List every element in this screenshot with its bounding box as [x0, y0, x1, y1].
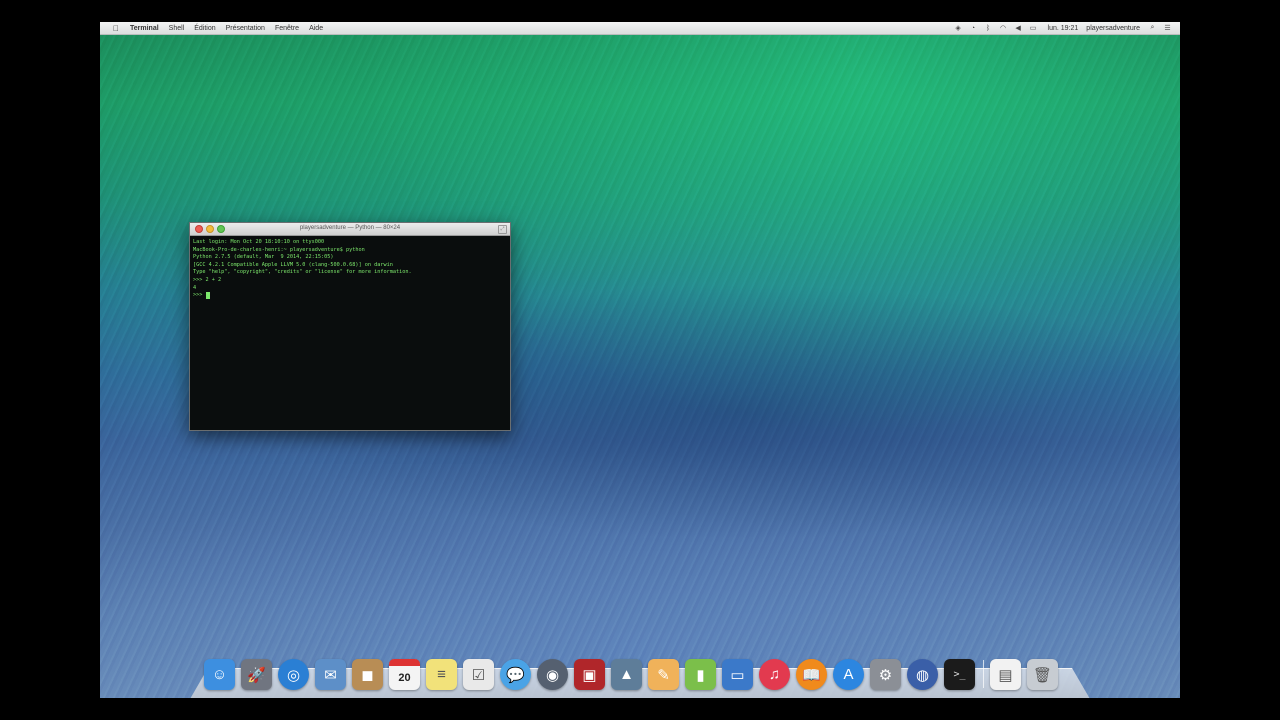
- desktop[interactable]:  Terminal Shell Édition Présentation Fe…: [100, 22, 1180, 698]
- ibooks-icon[interactable]: 📖: [796, 659, 827, 690]
- system-preferences-glyph: ⚙: [878, 666, 893, 684]
- trash-glyph: 🗑: [1032, 666, 1053, 684]
- keynote-icon[interactable]: ▭: [722, 659, 753, 690]
- terminal-window[interactable]: playersadventure — Python — 80×24 ⤢ Last…: [189, 222, 511, 431]
- terminal-prompt-line: >>>: [193, 292, 507, 300]
- menu-presentation[interactable]: Présentation: [226, 25, 265, 32]
- terminal-title: playersadventure — Python — 80×24: [299, 225, 401, 231]
- documents-icon[interactable]: ▤: [990, 659, 1021, 690]
- spotlight-icon[interactable]: ⌕: [1148, 24, 1157, 32]
- finder-icon[interactable]: ☺: [204, 659, 235, 690]
- terminal-cursor: [205, 292, 210, 300]
- numbers-icon[interactable]: ▮: [685, 659, 716, 690]
- menu-clock[interactable]: lun. 19:21: [1048, 25, 1079, 32]
- terminal-content[interactable]: Last login: Mon Oct 20 18:10:10 on ttys0…: [190, 236, 510, 303]
- dropbox-icon[interactable]: ◈: [954, 24, 963, 32]
- contacts-icon[interactable]: ◼: [352, 659, 383, 690]
- fullscreen-icon[interactable]: ⤢: [498, 225, 507, 234]
- launchpad-icon[interactable]: 🚀: [241, 659, 272, 690]
- finder-glyph: ☺: [211, 666, 228, 683]
- itunes-icon[interactable]: ♫: [759, 659, 790, 690]
- volume-icon[interactable]: ◀: [1014, 24, 1023, 32]
- terminal-line: Python 2.7.5 (default, Mar 9 2014, 22:15…: [193, 254, 334, 261]
- calendar-day: 20: [398, 671, 411, 684]
- pages-glyph: ✎: [657, 666, 670, 684]
- safari-icon[interactable]: ◎: [278, 659, 309, 690]
- iphoto-glyph: ▲: [619, 666, 634, 683]
- mail-icon[interactable]: ✉: [315, 659, 346, 690]
- bluetooth-icon[interactable]: ᛒ: [984, 24, 993, 32]
- documents-glyph: ▤: [998, 666, 1013, 684]
- itunes-glyph: ♫: [768, 666, 781, 683]
- reminders-icon[interactable]: ☑: [463, 659, 494, 690]
- terminal-line: 4: [193, 284, 197, 291]
- terminal-titlebar[interactable]: playersadventure — Python — 80×24 ⤢: [190, 223, 510, 236]
- sync-icon[interactable]: ◔: [969, 24, 978, 32]
- launchpad-glyph: 🚀: [247, 666, 266, 684]
- reminders-glyph: ☑: [471, 666, 486, 684]
- menu-aide[interactable]: Aide: [309, 25, 323, 32]
- dock-separator: [983, 660, 984, 688]
- pages-icon[interactable]: ✎: [648, 659, 679, 690]
- menu-fenetre[interactable]: Fenêtre: [275, 25, 299, 32]
- photo-booth-icon[interactable]: ▣: [574, 659, 605, 690]
- terminal-line: >>> 2 + 2: [193, 276, 222, 283]
- terminal-line: Last login: Mon Oct 20 18:10:10 on ttys0…: [193, 239, 325, 245]
- messages-glyph: 💬: [506, 666, 525, 684]
- keynote-glyph: ▭: [730, 666, 745, 684]
- terminal-line: MacBook-Pro-de-charles-henri:~ playersad…: [193, 246, 365, 253]
- battery-icon[interactable]: ▭: [1029, 24, 1038, 32]
- facetime-glyph: ◉: [545, 666, 560, 684]
- user-menu[interactable]: playersadventure: [1086, 25, 1140, 32]
- ibooks-glyph: 📖: [802, 666, 821, 684]
- numbers-glyph: ▮: [696, 666, 705, 684]
- mail-glyph: ✉: [324, 666, 337, 684]
- facetime-icon[interactable]: ◉: [537, 659, 568, 690]
- terminal-icon[interactable]: >_: [944, 659, 975, 690]
- app-store-glyph: A: [843, 666, 854, 683]
- menu-shell[interactable]: Shell: [169, 25, 185, 32]
- system-preferences-icon[interactable]: ⚙: [870, 659, 901, 690]
- photo-booth-glyph: ▣: [582, 666, 597, 684]
- apple-menu-icon[interactable]: : [111, 23, 121, 33]
- terminal-prompt: >>>: [193, 292, 206, 299]
- terminal-line: [GCC 4.2.1 Compatible Apple LLVM 5.0 (cl…: [193, 261, 393, 268]
- terminal-glyph: >_: [953, 669, 966, 680]
- calendar-header: [389, 659, 420, 666]
- messages-icon[interactable]: 💬: [500, 659, 531, 690]
- contacts-glyph: ◼: [361, 666, 374, 684]
- iphoto-icon[interactable]: ▲: [611, 659, 642, 690]
- app-store-icon[interactable]: A: [833, 659, 864, 690]
- menu-terminal[interactable]: Terminal: [130, 25, 159, 32]
- menu-edition[interactable]: Édition: [194, 25, 215, 32]
- notes-icon[interactable]: ≡: [426, 659, 457, 690]
- notification-center-icon[interactable]: ☰: [1163, 24, 1172, 32]
- dock: ☺ 🚀 ◎ ✉ ◼ 20 ≡ ☑ 💬 ◉ ▣ ▲ ✎ ▮ ▭ ♫ 📖 A ⚙ ◍ >_ ▤ 🗑: [204, 654, 1064, 690]
- menu-bar:  Terminal Shell Édition Présentation Fe…: [100, 22, 1180, 35]
- notes-glyph: ≡: [437, 666, 446, 683]
- network-glyph: ◍: [915, 666, 930, 684]
- network-icon[interactable]: ◍: [907, 659, 938, 690]
- terminal-line: Type "help", "copyright", "credits" or "…: [193, 269, 412, 276]
- safari-glyph: ◎: [286, 666, 301, 684]
- calendar-icon[interactable]: 20: [389, 659, 420, 690]
- trash-icon[interactable]: 🗑: [1027, 659, 1058, 690]
- status-area: ◈ ◔ ᛒ ◠ ◀ ▭ lun. 19:21 playersadventure …: [948, 24, 1180, 32]
- wifi-icon[interactable]: ◠: [999, 24, 1008, 32]
